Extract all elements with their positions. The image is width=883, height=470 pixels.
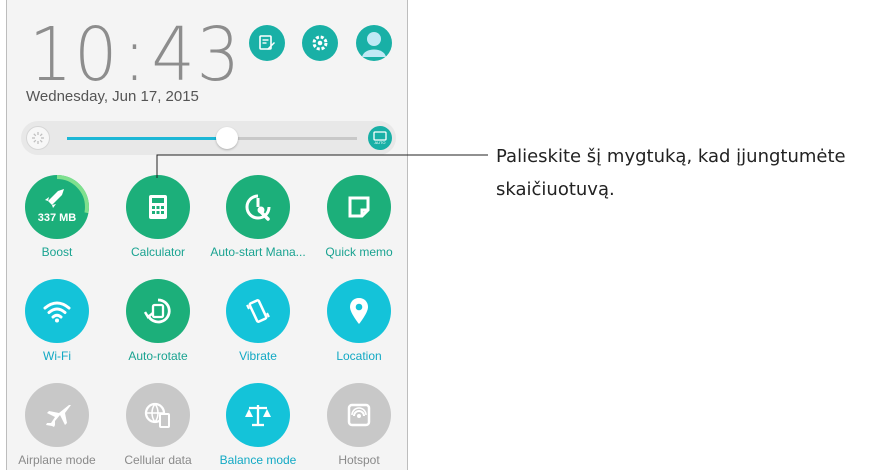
callout-line <box>156 154 488 178</box>
callout-text: Palieskite šį mygtuką, kad įjungtumėte s… <box>496 140 846 206</box>
callout-line-1: Palieskite šį mygtuką, kad įjungtumėte <box>496 146 846 167</box>
callout-line-2: skaičiuotuvą. <box>496 179 615 200</box>
